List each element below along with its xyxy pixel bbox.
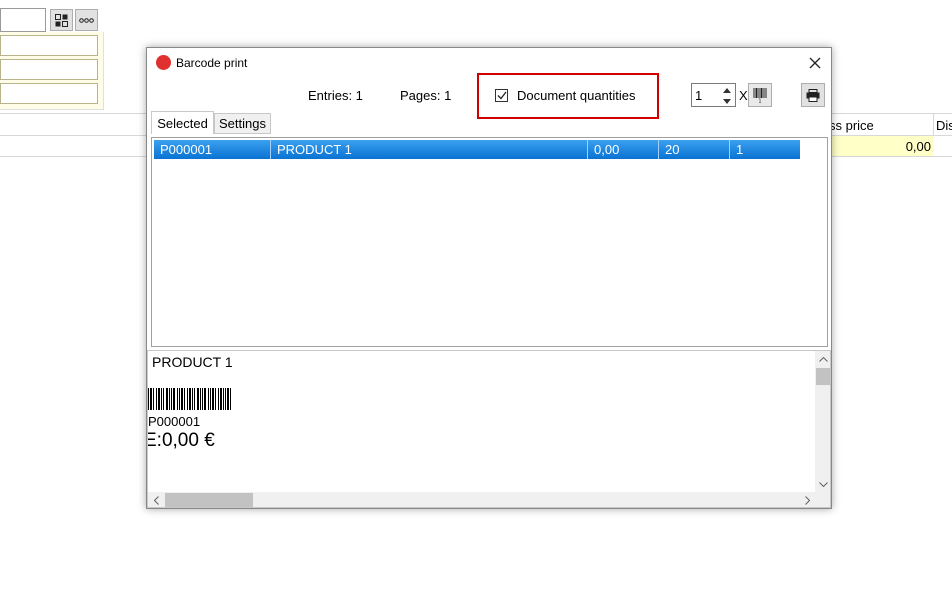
ellipsis-icon xyxy=(79,17,94,23)
scroll-right-icon[interactable] xyxy=(799,492,815,507)
preview-product-name: PRODUCT 1 xyxy=(152,354,233,370)
times-label: X xyxy=(739,88,748,103)
cell-name: PRODUCT 1 xyxy=(271,140,588,159)
background-header-discount: Dis xyxy=(936,118,952,133)
background-input-2[interactable] xyxy=(0,59,98,80)
horizontal-scroll-thumb[interactable] xyxy=(165,493,253,507)
cell-price: 0,00 xyxy=(588,140,659,159)
barcode-print-dialog: Barcode print Entries: 1 Pages: 1 Docume… xyxy=(146,47,832,509)
background-price-value: 0,00 xyxy=(905,139,931,154)
tab-selected[interactable]: Selected xyxy=(151,111,214,134)
preview-price-text: E:0,00 € xyxy=(147,430,215,451)
vertical-scroll-thumb[interactable] xyxy=(816,368,830,385)
background-grid-button[interactable] xyxy=(50,9,73,31)
entries-label: Entries: 1 xyxy=(308,88,363,103)
tab-settings[interactable]: Settings xyxy=(214,113,271,134)
barcode-count-button[interactable]: 1 xyxy=(748,83,772,107)
spin-up-button[interactable] xyxy=(720,85,734,95)
spin-down-button[interactable] xyxy=(720,96,734,106)
background-header-price: ss price xyxy=(829,118,874,133)
svg-text:1: 1 xyxy=(758,99,761,104)
document-quantities-label: Document quantities xyxy=(517,88,636,103)
preview-barcode xyxy=(148,388,231,410)
preview-vertical-scrollbar[interactable] xyxy=(815,351,830,492)
cell-code: P000001 xyxy=(154,140,271,159)
copies-spinner[interactable]: 1 xyxy=(691,83,736,107)
copies-value: 1 xyxy=(695,88,703,103)
scroll-down-icon[interactable] xyxy=(815,476,830,492)
spin-down-icon xyxy=(723,98,731,104)
grid-view-icon xyxy=(55,13,68,27)
scrollbar-corner xyxy=(815,492,830,507)
background-more-button[interactable] xyxy=(75,9,98,31)
printer-icon xyxy=(806,88,820,102)
app-icon xyxy=(156,55,171,70)
preview-horizontal-scrollbar[interactable] xyxy=(148,492,815,507)
close-button[interactable] xyxy=(803,52,827,74)
cell-count: 1 xyxy=(736,142,744,157)
background-input-3[interactable] xyxy=(0,83,98,104)
items-grid: P000001 PRODUCT 1 0,00 20 1 xyxy=(151,137,828,347)
background-header-divider xyxy=(933,114,934,135)
scroll-up-icon[interactable] xyxy=(815,351,830,367)
pages-label: Pages: 1 xyxy=(400,88,452,103)
print-button[interactable] xyxy=(801,83,825,107)
dialog-title: Barcode print xyxy=(176,56,248,70)
background-input-1[interactable] xyxy=(0,35,98,56)
scroll-left-icon[interactable] xyxy=(148,492,164,507)
spin-up-icon xyxy=(723,87,731,93)
close-icon xyxy=(809,57,821,69)
barcode-icon: 1 xyxy=(753,88,767,104)
document-quantities-checkbox[interactable] xyxy=(495,89,508,102)
table-row[interactable]: P000001 PRODUCT 1 0,00 20 1 xyxy=(154,140,800,159)
preview-barcode-text: P000001 xyxy=(148,414,201,429)
checkmark-icon xyxy=(497,91,507,100)
background-search-field[interactable] xyxy=(0,8,46,32)
cell-quantity: 20 xyxy=(659,140,730,159)
label-preview: PRODUCT 1 P000001 E:0,00 € xyxy=(147,350,831,508)
